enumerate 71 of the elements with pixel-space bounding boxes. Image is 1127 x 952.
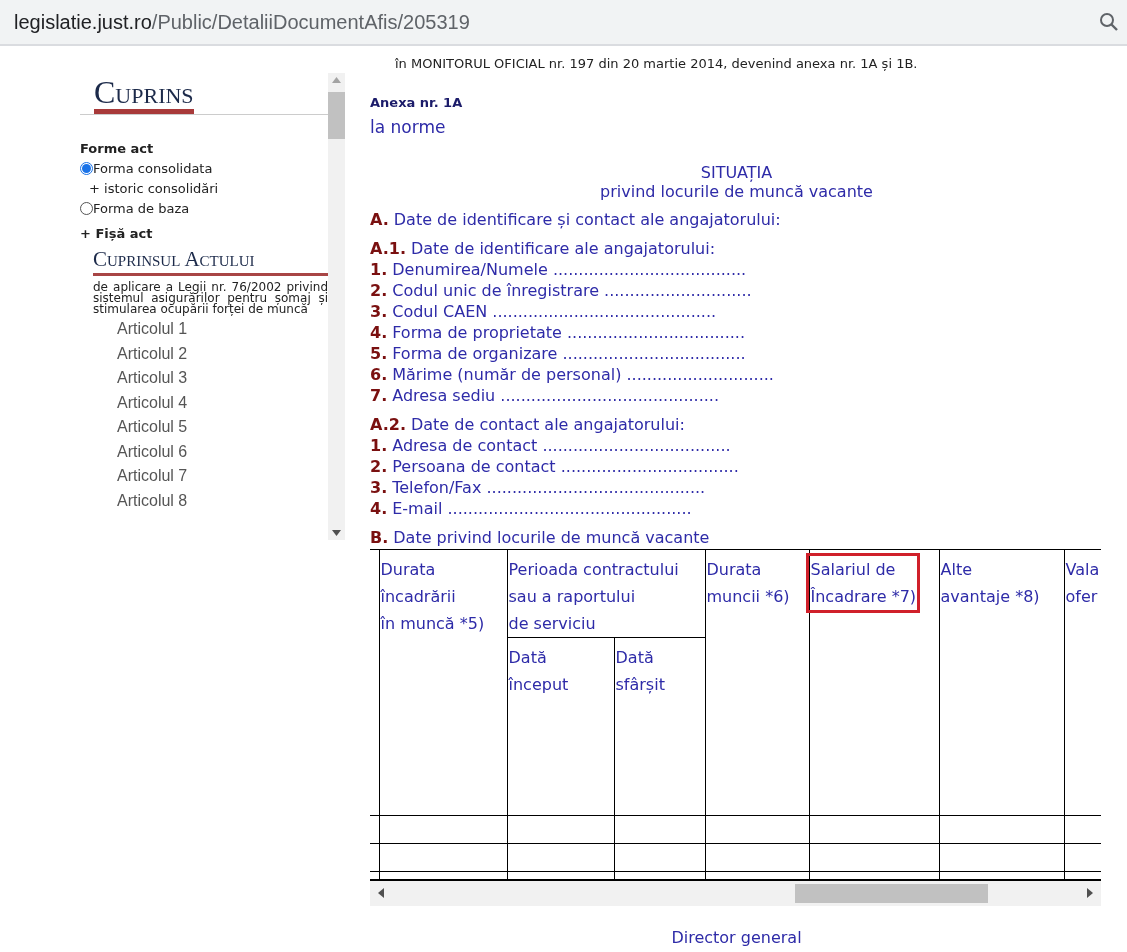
- section-number: 3.: [370, 301, 388, 322]
- form-field-label: Persoana de contact ...................................: [392, 456, 739, 477]
- radio-option[interactable]: Forma consolidata: [80, 158, 328, 179]
- form-field-label: Adresa de contact .....................................: [392, 435, 731, 456]
- column-header: Dată sfârșit: [615, 648, 665, 694]
- section-heading: Forme act: [80, 140, 155, 158]
- column-header: Alte avantaje *8): [940, 559, 1040, 608]
- signature-title: Director general: [671, 927, 802, 947]
- column-header: Durata muncii *6): [706, 559, 790, 608]
- section-number: 1.: [370, 435, 388, 456]
- left-arrow-icon[interactable]: [378, 888, 384, 898]
- article-link[interactable]: Articolul 4: [117, 390, 328, 415]
- scrollbar-thumb[interactable]: [795, 883, 988, 903]
- section-number: B.: [370, 527, 389, 548]
- form-field-label: Telefon/Fax ...........................................: [392, 477, 706, 498]
- horizontal-scrollbar[interactable]: [370, 880, 1101, 906]
- form-field-label: Forma de organizare ....................................: [392, 343, 746, 364]
- address-bar[interactable]: legislatie.just.ro/Public/DetaliiDocumentAfis/205319: [0, 0, 1127, 46]
- section-number: 2.: [370, 280, 388, 301]
- form-field-label: Denumirea/Numele ......................................: [392, 259, 747, 280]
- column-header: Dată început: [508, 648, 569, 694]
- scrollbar-thumb[interactable]: [328, 92, 345, 139]
- down-arrow-icon[interactable]: [332, 530, 341, 536]
- right-arrow-icon[interactable]: [1087, 888, 1093, 898]
- section-heading: Date de identificare ale angajatorului:: [410, 238, 716, 259]
- url-text[interactable]: legislatie.just.ro/Public/DetaliiDocumentAfis/205319: [14, 7, 470, 37]
- column-header: Perioada contractului sau a raportului de serviciu: [508, 559, 679, 635]
- publication-note: în MONITORUL OFICIAL nr. 197 din 20 martie 2014, devenind anexa nr. 1A și 1B.: [394, 55, 919, 73]
- form-field-label: Adresa sediu ...........................................: [392, 385, 720, 406]
- article-link[interactable]: Articolul 6: [117, 439, 328, 464]
- section-heading: Date de contact ale angajatorului:: [410, 414, 685, 435]
- radio-button[interactable]: [80, 162, 93, 175]
- toc-intro: de aplicare a Legii nr. 76/2002 privind sistemul asigurărilor pentru șomaj și stimularea ocupării forței de muncă: [93, 282, 328, 315]
- article-link[interactable]: Articolul 7: [117, 464, 328, 489]
- vertical-scrollbar[interactable]: [328, 73, 345, 540]
- column-header: Durata încadrării în muncă *5): [380, 559, 485, 635]
- form-field-label: Codul CAEN ............................................: [392, 301, 717, 322]
- form-field-label: E-mail ................................................: [392, 498, 692, 519]
- section-number: A.1.: [370, 238, 406, 259]
- article-link[interactable]: Articolul 3: [117, 366, 328, 391]
- radio-option[interactable]: Forma de baza: [80, 198, 328, 219]
- toc-title: Cuprinsul Actului: [93, 247, 255, 271]
- act-sheet-link[interactable]: + Fișă act: [80, 223, 328, 243]
- document-subtitle: privind locurile de muncă vacante: [600, 182, 873, 201]
- article-link[interactable]: Articolul 8: [117, 488, 328, 513]
- section-number: 2.: [370, 456, 388, 477]
- form-field-label: Mărime (număr de personal) .............................: [392, 364, 774, 385]
- section-number: 3.: [370, 477, 388, 498]
- document-title: SITUAȚIA: [700, 163, 773, 182]
- history-link[interactable]: + istoric consolidări: [80, 178, 328, 199]
- sidebar-title: Cuprins: [94, 75, 194, 114]
- form-field-label: Forma de proprietate ...................................: [392, 322, 745, 343]
- article-link[interactable]: Articolul 1: [117, 317, 328, 342]
- section-heading: Date de identificare și contact ale angajatorului:: [393, 209, 781, 230]
- article-link[interactable]: Articolul 5: [117, 415, 328, 440]
- form-field-label: Codul unic de înregistrare .............................: [392, 280, 752, 301]
- article-link[interactable]: Articolul 2: [117, 341, 328, 366]
- section-number: 6.: [370, 364, 388, 385]
- annex-label: Anexa nr. 1A: [370, 93, 464, 112]
- section-heading: Date privind locurile de muncă vacante: [393, 527, 710, 548]
- section-number: A.: [370, 209, 389, 230]
- search-icon[interactable]: [1099, 12, 1119, 32]
- annex-subtitle: la norme: [370, 116, 447, 138]
- section-number: A.2.: [370, 414, 406, 435]
- column-header: Salariul de Încadrare *7): [808, 556, 918, 610]
- column-header: Vala ofer: [1065, 559, 1100, 608]
- section-number: 5.: [370, 343, 388, 364]
- section-number: 4.: [370, 498, 388, 519]
- section-number: 7.: [370, 385, 388, 406]
- section-number: 1.: [370, 259, 388, 280]
- section-number: 4.: [370, 322, 388, 343]
